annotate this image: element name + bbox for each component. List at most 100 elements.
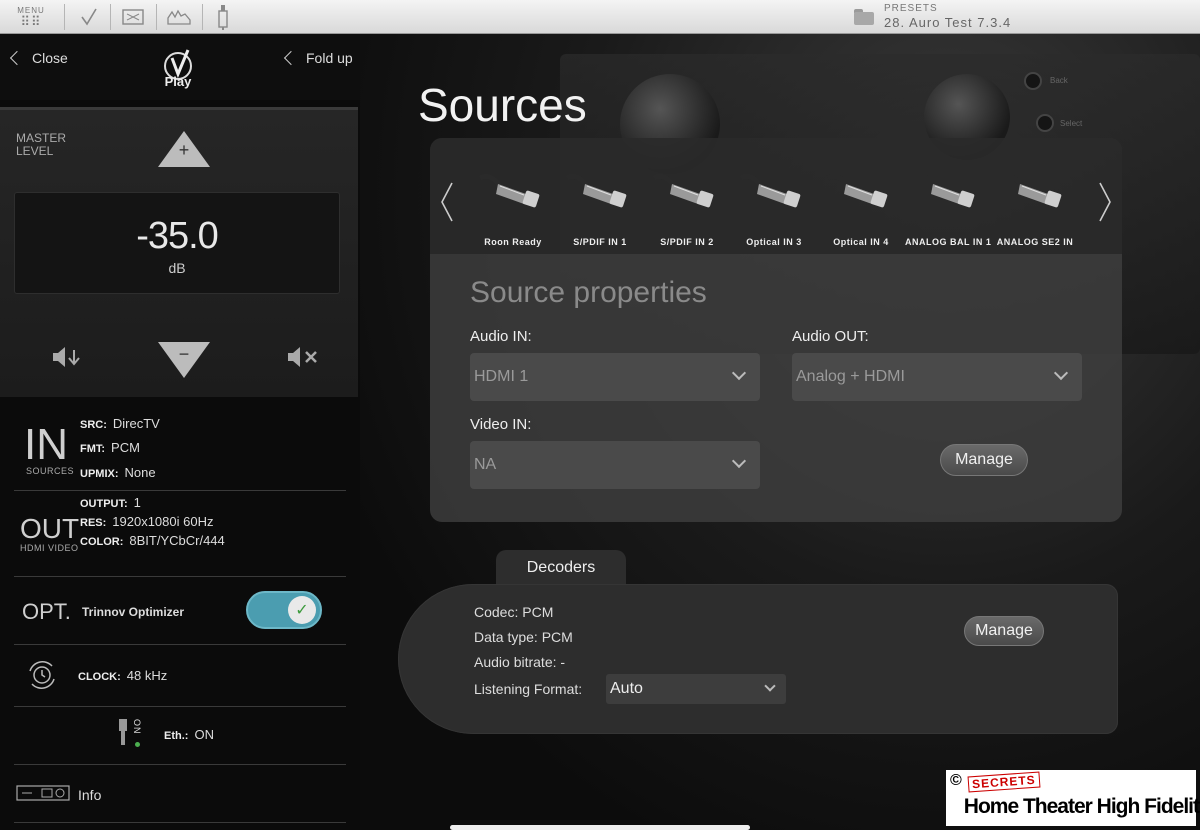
source-carousel: Roon Ready S/PDIF IN 1 S/PDIF IN 2 Optical … — [430, 138, 1122, 254]
chevron-left-icon — [9, 50, 25, 66]
listening-format-select[interactable]: Auto — [606, 674, 786, 704]
play-logo: Play — [164, 49, 192, 89]
upmix-key: UPMIX: — [80, 468, 119, 480]
output-info-section[interactable]: OUT HDMI VIDEO OUTPUT: 1 RES: 1920x1080i 6… — [14, 491, 346, 577]
color-key: COLOR: — [80, 536, 124, 548]
source-item[interactable]: Optical IN 4 — [818, 164, 904, 247]
res-key: RES: — [80, 517, 107, 529]
source-item[interactable]: Roon Ready — [470, 164, 556, 247]
source-item[interactable]: S/PDIF IN 1 — [557, 164, 643, 247]
chevron-right-icon[interactable] — [1098, 182, 1112, 222]
checkmark-button[interactable] — [74, 0, 104, 34]
video-in-select[interactable]: NA — [470, 441, 760, 489]
clock-section: CLOCK: 48 kHz — [14, 645, 346, 707]
device-select-button — [1036, 114, 1054, 132]
device-back-button — [1024, 72, 1042, 90]
sources-caption: SOURCES — [26, 466, 75, 476]
tab-decoders[interactable]: Decoders — [496, 550, 626, 586]
fmt-value: PCM — [111, 440, 140, 455]
master-level-panel: MASTER LEVEL + -35.0 dB − — [0, 107, 358, 397]
device-back-label: Back — [1050, 76, 1068, 85]
source-name: S/PDIF IN 2 — [660, 237, 714, 247]
xlr-cable-icon — [1000, 173, 1062, 208]
ethernet-section: ON Eth.: ON — [14, 707, 346, 765]
eth-status-vertical: ON — [132, 719, 142, 735]
codec-text: Codec: PCM — [474, 604, 554, 620]
video-in-label: Video IN: — [470, 416, 532, 433]
source-properties-title: Source properties — [470, 276, 707, 309]
source-name: ANALOG SE2 IN — [996, 237, 1074, 247]
output-key: OUTPUT: — [80, 498, 128, 510]
fold-up-button[interactable]: Fold up — [283, 50, 353, 66]
chevron-left-icon[interactable] — [440, 182, 454, 222]
audio-in-select[interactable]: HDMI 1 — [470, 353, 760, 401]
source-item[interactable]: S/PDIF IN 2 — [644, 164, 730, 247]
src-key: SRC: — [80, 419, 107, 431]
chevron-down-icon — [731, 453, 747, 469]
info-button[interactable]: Info — [14, 765, 346, 823]
page-title: Sources — [418, 79, 587, 131]
screen-icon — [122, 9, 144, 25]
audio-out-select[interactable]: Analog + HDMI — [792, 353, 1082, 401]
eth-status-dot — [135, 742, 140, 747]
input-info-section[interactable]: IN SOURCES SRC: DirecTV FMT: PCM UPMIX: Non… — [14, 404, 346, 491]
display-button[interactable] — [118, 0, 148, 34]
copyright-symbol: © — [950, 772, 962, 789]
audio-in-label: Audio IN: — [470, 328, 532, 345]
home-indicator[interactable] — [450, 825, 750, 830]
waveform-icon — [167, 9, 191, 25]
video-in-value: NA — [474, 456, 497, 473]
optimizer-toggle[interactable]: ✓ — [246, 591, 322, 629]
microphone-button[interactable] — [210, 0, 236, 34]
master-level-label: MASTER LEVEL — [16, 131, 67, 158]
color-value: 8BIT/YCbCr/444 — [129, 533, 225, 548]
volume-down-icon[interactable] — [52, 346, 82, 368]
plus-icon: + — [178, 140, 190, 160]
presets-selector[interactable]: PRESETS 28. Auro Test 7.3.4 — [852, 3, 1011, 31]
manage-decoders-button[interactable]: Manage — [964, 616, 1044, 646]
level-display: -35.0 dB — [14, 192, 340, 294]
left-panel-header: Close Play Fold up — [0, 34, 360, 100]
fold-up-label: Fold up — [306, 50, 353, 66]
graph-button[interactable] — [164, 0, 194, 34]
toolbar-divider — [110, 4, 111, 30]
source-item[interactable]: ANALOG BAL IN 1 — [905, 164, 991, 247]
info-label: Info — [78, 787, 102, 803]
toolbar-divider — [156, 4, 157, 30]
ethernet-plug-icon — [119, 719, 127, 745]
mute-icon[interactable] — [287, 346, 319, 368]
xlr-cable-icon — [478, 173, 540, 208]
chevron-down-icon — [1053, 365, 1069, 381]
grid-icon: ⠿⠿ — [20, 13, 42, 29]
top-toolbar: MENU ⠿⠿ PRESETS 28. Auro Test 7.3.4 — [0, 0, 1200, 34]
src-value: DirecTV — [112, 416, 160, 431]
clock-key: CLOCK: — [78, 671, 121, 683]
toolbar-divider — [202, 4, 203, 30]
source-item[interactable]: ANALOG SE2 IN — [992, 164, 1078, 247]
watermark-text: Home Theater High Fidelity — [963, 795, 1200, 818]
listening-format-value: Auto — [610, 680, 643, 697]
left-panel: Close Play Fold up MASTER LEVEL + -35.0 … — [0, 34, 360, 830]
microphone-icon — [218, 5, 228, 30]
source-name: Optical IN 3 — [746, 237, 802, 247]
check-icon — [81, 8, 97, 26]
source-name: ANALOG BAL IN 1 — [905, 237, 992, 247]
close-label: Close — [32, 50, 68, 66]
chevron-down-icon — [764, 680, 776, 692]
source-item[interactable]: Optical IN 3 — [731, 164, 817, 247]
menu-button[interactable]: MENU ⠿⠿ — [8, 0, 54, 34]
opt-label: OPT. — [22, 599, 71, 624]
volume-up-button[interactable]: + — [158, 131, 210, 167]
chevron-down-icon — [731, 365, 747, 381]
audio-out-label: Audio OUT: — [792, 328, 869, 345]
xlr-cable-icon — [826, 173, 888, 208]
level-unit: dB — [168, 260, 186, 276]
in-label: IN — [24, 420, 68, 469]
decoders-panel: Codec: PCM Data type: PCM Audio bitrate:… — [398, 584, 1118, 734]
optimizer-section: OPT. Trinnov Optimizer ✓ — [14, 577, 346, 645]
volume-down-button[interactable]: − — [158, 342, 210, 378]
source-name: Optical IN 4 — [833, 237, 889, 247]
manage-source-button[interactable]: Manage — [940, 444, 1028, 476]
close-button[interactable]: Close — [9, 50, 68, 66]
main-area: Back Select Sources Roon Ready S/PDIF IN … — [360, 34, 1200, 830]
